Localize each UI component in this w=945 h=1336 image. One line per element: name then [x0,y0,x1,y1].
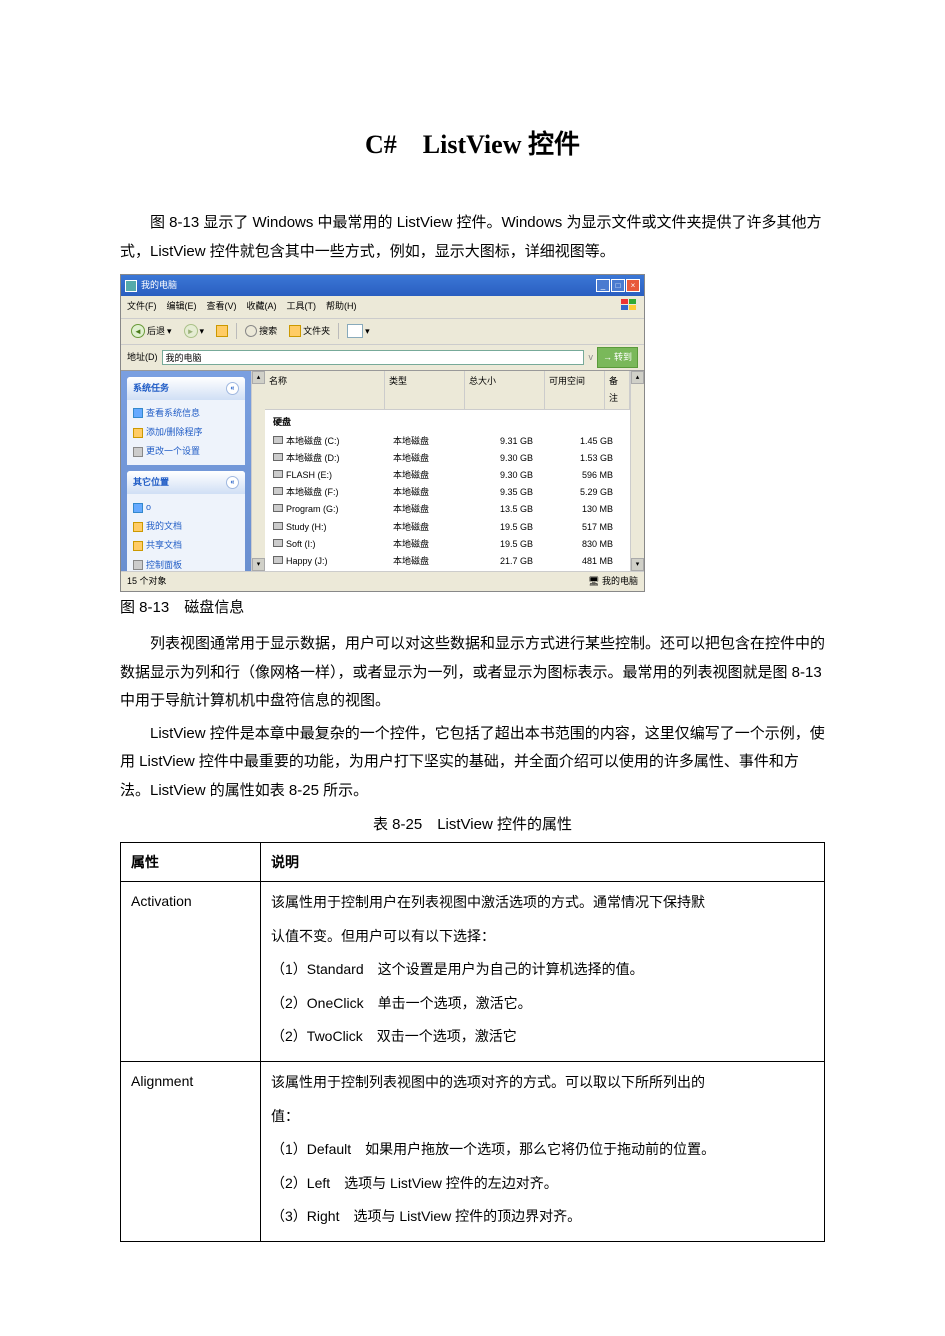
menu-favorites[interactable]: 收藏(A) [247,298,277,315]
desc-line: （2）OneClick 单击一个选项，激活它。 [271,989,814,1018]
drive-row[interactable]: 本地磁盘 (C:)本地磁盘9.31 GB1.45 GB [265,433,630,450]
menubar: 文件(F) 编辑(E) 查看(V) 收藏(A) 工具(T) 帮助(H) [121,296,644,318]
col-name[interactable]: 名称 [265,371,385,409]
drive-row[interactable]: Program (G:)本地磁盘13.5 GB130 MB [265,501,630,518]
th-description: 说明 [261,842,825,882]
drive-row[interactable]: 本地磁盘 (D:)本地磁盘9.30 GB1.53 GB [265,450,630,467]
forward-button[interactable]: ► ▾ [180,322,209,341]
page-title: C# ListView 控件 [120,120,825,169]
panel-other-places: 其它位置« o 我的文档 共享文档 控制面板 [127,471,245,571]
disk-icon [273,436,283,444]
menu-edit[interactable]: 编辑(E) [167,298,197,315]
status-location: 🖥 我的电脑 [588,573,638,590]
sidebar-item[interactable]: 我的文档 [133,517,239,536]
menu-help[interactable]: 帮助(H) [326,298,357,315]
status-count: 15 个对象 [127,573,167,590]
window-titlebar: 我的电脑 _ □ × [121,275,644,296]
sidebar-item[interactable]: 查看系统信息 [133,404,239,423]
properties-table: 属性 说明 Activation该属性用于控制用户在列表视图中激活选项的方式。通… [120,842,825,1243]
col-free[interactable]: 可用空间 [545,371,605,409]
desc-line: 值： [271,1102,814,1131]
sidebar: 系统任务« 查看系统信息 添加/删除程序 更改一个设置 其它位置« o 我的文档… [121,371,251,571]
desc-line: （2）Left 选项与 ListView 控件的左边对齐。 [271,1169,814,1198]
menu-view[interactable]: 查看(V) [207,298,237,315]
listview-scrollbar[interactable]: ▴ ▾ [630,371,644,571]
sidebar-item[interactable]: 添加/删除程序 [133,423,239,442]
disk-icon [273,539,283,547]
scroll-up-icon[interactable]: ▴ [252,371,265,384]
desc-line: （3）Right 选项与 ListView 控件的顶边界对齐。 [271,1202,814,1231]
menu-file[interactable]: 文件(F) [127,298,157,315]
desc-line: 该属性用于控制用户在列表视图中激活选项的方式。通常情况下保持默 [271,888,814,917]
drive-row[interactable]: FLASH (E:)本地磁盘9.30 GB596 MB [265,467,630,484]
figure-mycomputer: 我的电脑 _ □ × 文件(F) 编辑(E) 查看(V) 收藏(A) 工具(T)… [120,274,645,591]
desc-line: 该属性用于控制列表视图中的选项对齐的方式。可以取以下所所列出的 [271,1068,814,1097]
prop-desc: 该属性用于控制列表视图中的选项对齐的方式。可以取以下所所列出的值： （1）Defa… [261,1062,825,1242]
back-button[interactable]: ◄后退 ▾ [127,322,176,341]
disk-icon [273,487,283,495]
desc-line: 认值不变。但用户可以有以下选择： [271,922,814,951]
drive-row[interactable]: Happy (J:)本地磁盘21.7 GB481 MB [265,553,630,570]
desc-line: （1）Default 如果用户拖放一个选项，那么它将仍位于拖动前的位置。 [271,1135,814,1164]
scroll-down-icon[interactable]: ▾ [252,558,265,571]
views-button[interactable]: ▾ [343,322,374,341]
sidebar-item[interactable]: o [133,498,239,517]
scroll-up-icon[interactable]: ▴ [631,371,644,384]
th-property: 属性 [121,842,261,882]
disk-icon [273,556,283,564]
menu-tools[interactable]: 工具(T) [287,298,317,315]
search-button[interactable]: 搜索 [241,322,281,341]
col-size[interactable]: 总大小 [465,371,545,409]
statusbar: 15 个对象 🖥 我的电脑 [121,571,644,591]
paragraph-3: ListView 控件是本章中最复杂的一个控件，它包括了超出本书范围的内容，这里… [120,720,825,806]
sidebar-item[interactable]: 更改一个设置 [133,442,239,461]
desc-line: （1）Standard 这个设置是用户为自己的计算机选择的值。 [271,955,814,984]
desc-line: （2）TwoClick 双击一个选项，激活它 [271,1022,814,1051]
col-notes[interactable]: 备注 [605,371,630,409]
go-button[interactable]: → 转到 [597,347,638,368]
drive-row[interactable]: Study (H:)本地磁盘19.5 GB517 MB [265,519,630,536]
chevron-icon[interactable]: « [226,476,239,489]
disk-icon [273,522,283,530]
figure-caption: 图 8-13 磁盘信息 [120,594,825,623]
toolbar: ◄后退 ▾ ► ▾ 搜索 文件夹 ▾ [121,319,644,345]
listview-header: 名称 类型 总大小 可用空间 备注 [265,371,630,410]
close-button[interactable]: × [626,279,640,292]
addressbar: 地址(D) v → 转到 [121,345,644,371]
prop-name: Activation [121,882,261,1062]
computer-icon [125,280,137,292]
listview: 名称 类型 总大小 可用空间 备注 硬盘本地磁盘 (C:)本地磁盘9.31 GB… [265,371,630,571]
col-type[interactable]: 类型 [385,371,465,409]
up-button[interactable] [212,324,232,338]
intro-paragraph: 图 8-13 显示了 Windows 中最常用的 ListView 控件。Win… [120,209,825,266]
sidebar-scrollbar[interactable]: ▴ ▾ [251,371,265,571]
scroll-down-icon[interactable]: ▾ [631,558,644,571]
group-header: 硬盘 [265,412,630,433]
minimize-button[interactable]: _ [596,279,610,292]
panel-system-tasks: 系统任务« 查看系统信息 添加/删除程序 更改一个设置 [127,377,245,465]
sidebar-item[interactable]: 控制面板 [133,556,239,571]
drive-row[interactable]: Soft (I:)本地磁盘19.5 GB830 MB [265,536,630,553]
windows-logo-icon [620,298,638,312]
address-input[interactable] [162,350,585,365]
sidebar-item[interactable]: 共享文档 [133,536,239,555]
prop-desc: 该属性用于控制用户在列表视图中激活选项的方式。通常情况下保持默认值不变。但用户可… [261,882,825,1062]
maximize-button[interactable]: □ [611,279,625,292]
paragraph-2: 列表视图通常用于显示数据，用户可以对这些数据和显示方式进行某些控制。还可以把包含… [120,630,825,716]
folders-button[interactable]: 文件夹 [285,322,334,341]
window-title: 我的电脑 [141,277,177,294]
chevron-icon[interactable]: « [226,382,239,395]
disk-icon [273,470,283,478]
disk-icon [273,504,283,512]
table-caption: 表 8-25 ListView 控件的属性 [120,811,825,840]
disk-icon [273,453,283,461]
drive-row[interactable]: 本地磁盘 (F:)本地磁盘9.35 GB5.29 GB [265,484,630,501]
address-label: 地址(D) [127,349,158,366]
prop-name: Alignment [121,1062,261,1242]
